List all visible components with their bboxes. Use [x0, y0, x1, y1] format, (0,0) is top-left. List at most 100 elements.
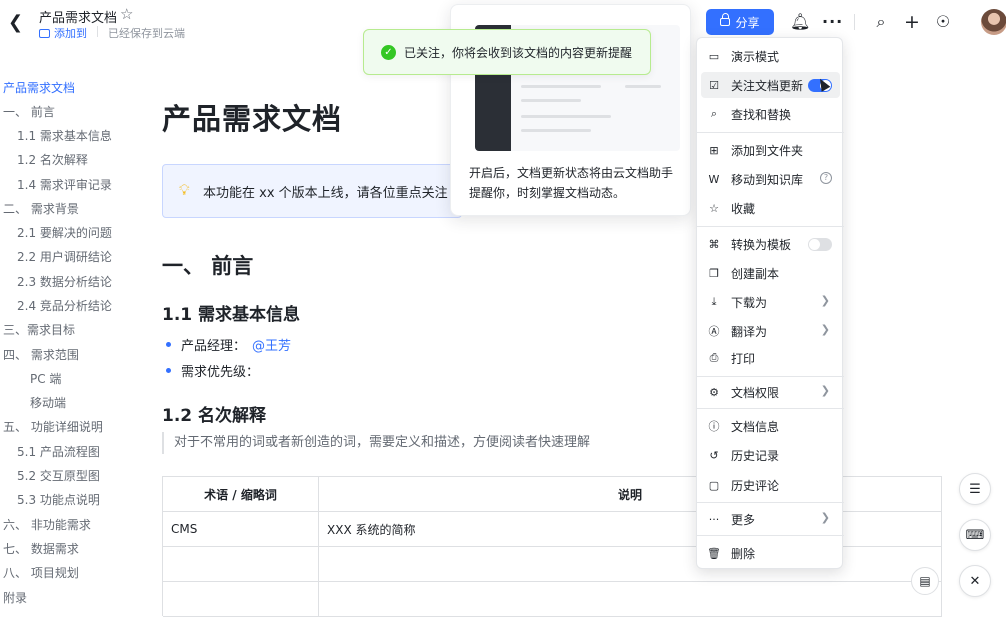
table-cell[interactable] [163, 582, 319, 617]
outline-item[interactable]: 5.1 产品流程图 [17, 443, 100, 460]
comment-icon[interactable]: ▤ [911, 567, 939, 595]
follow-icon: ☑ [709, 78, 719, 92]
doc-title[interactable]: 产品需求文档 [39, 7, 117, 26]
table-header[interactable]: 术语 / 缩略词 [163, 477, 319, 512]
outline-item[interactable]: 六、 非功能需求 [3, 516, 91, 533]
illustration-line [521, 115, 611, 118]
menu-item-label: 文档信息 [731, 419, 780, 434]
menu-divider [697, 132, 844, 133]
menu-item-label: 历史评论 [731, 478, 780, 493]
menu-item-delete[interactable]: 🗑︎ 删除 [701, 540, 840, 566]
menu-item-copy[interactable]: ❐ 创建副本 [701, 260, 840, 286]
star-icon[interactable]: ☆ [120, 5, 133, 23]
menu-divider [697, 226, 844, 227]
menu-item-presentation[interactable]: ▭ 演示模式 [701, 43, 840, 69]
menu-item-move-wiki[interactable]: W 移动到知识库 ? [701, 166, 840, 192]
table-cell[interactable] [163, 547, 319, 582]
bullet-icon [166, 342, 171, 347]
add-to-folder-link[interactable]: 添加到 [39, 25, 87, 41]
outline-item[interactable]: 2.1 要解决的问题 [17, 224, 112, 241]
more-options-icon[interactable]: ··· [822, 11, 842, 33]
chevron-right-icon: ❯ [820, 384, 830, 397]
search-icon[interactable]: ⌕ [871, 11, 891, 33]
priority-label: 需求优先级： [181, 365, 260, 380]
menu-item-favorite[interactable]: ☆ 收藏 [701, 195, 840, 221]
list-item[interactable]: 产品经理： @王芳 [166, 335, 291, 354]
menu-item-label: 查找和替换 [731, 107, 792, 122]
outline-item[interactable]: 1.4 需求评审记录 [17, 176, 112, 193]
outline-item[interactable]: 产品需求文档 [3, 79, 75, 96]
doc-heading[interactable]: 产品需求文档 [162, 96, 342, 138]
menu-item-doc-info[interactable]: ⓘ 文档信息 [701, 413, 840, 439]
outline-item[interactable]: 5.2 交互原型图 [17, 467, 100, 484]
subsection-heading[interactable]: 1.2 名次解释 [162, 401, 266, 426]
lightbulb-icon[interactable]: ☉ [933, 11, 953, 33]
keyboard-icon[interactable]: ⌨︎ [959, 519, 991, 551]
menu-item-translate[interactable]: Ⓐ 翻译为 ❯ [701, 318, 840, 344]
outline-item[interactable]: 2.3 数据分析结论 [17, 273, 112, 290]
more-icon: ··· [708, 512, 720, 526]
menu-item-more[interactable]: ··· 更多 ❯ [701, 506, 840, 532]
table-cell[interactable]: CMS [163, 512, 319, 547]
menu-item-download[interactable]: ⤓ 下载为 ❯ [701, 289, 840, 315]
menu-item-history[interactable]: ↺ 历史记录 [701, 442, 840, 468]
illustration-line [521, 129, 591, 132]
callout-block[interactable]: 💡︎ 本功能在 xx 个版本上线，请各位重点关注 [162, 164, 462, 218]
toast-text: 已关注，你将会收到该文档的内容更新提醒 [404, 45, 633, 60]
menu-item-print[interactable]: ⎙ 打印 [701, 345, 840, 371]
success-toast: ✓ 已关注，你将会收到该文档的内容更新提醒 [363, 29, 651, 75]
outline-item[interactable]: 1.1 需求基本信息 [17, 127, 112, 144]
template-icon: ⌘ [708, 237, 720, 251]
back-icon[interactable]: ❮ [8, 12, 28, 34]
template-toggle[interactable] [808, 238, 832, 251]
outline-item[interactable]: 一、 前言 [3, 103, 55, 120]
close-icon[interactable]: ✕ [959, 565, 991, 597]
outline-item[interactable]: 2.2 用户调研结论 [17, 248, 112, 265]
outline-item[interactable]: 四、 需求范围 [3, 346, 79, 363]
illustration-line [625, 85, 661, 88]
outline-item[interactable]: 移动端 [30, 394, 66, 411]
section-heading[interactable]: 一、 前言 [162, 250, 253, 280]
bullet-icon [166, 368, 171, 373]
outline-item[interactable]: 五、 功能详细说明 [3, 418, 103, 435]
outline-item[interactable]: 5.3 功能点说明 [17, 491, 100, 508]
outline-item[interactable]: 2.4 竞品分析结论 [17, 297, 112, 314]
help-icon[interactable]: ? [820, 172, 832, 184]
outline-item[interactable]: 三、需求目标 [3, 321, 75, 338]
outline-item[interactable]: 二、 需求背景 [3, 200, 79, 217]
find-replace-icon: ⌕ [710, 107, 718, 120]
outline-item[interactable]: 1.2 名次解释 [17, 151, 88, 168]
outline-item[interactable]: PC 端 [30, 370, 61, 387]
outline-item[interactable]: 附录 [3, 589, 27, 606]
bell-icon[interactable]: 🔔︎ [790, 11, 810, 33]
menu-item-permissions[interactable]: ⚙ 文档权限 ❯ [701, 379, 840, 405]
list-item[interactable]: 需求优先级： [166, 361, 259, 380]
menu-item-find-replace[interactable]: ⌕ 查找和替换 [701, 101, 840, 127]
chevron-right-icon: ❯ [820, 511, 830, 524]
share-button[interactable]: 分享 [706, 9, 774, 35]
doc-outline-icon[interactable]: ☰ [959, 473, 991, 505]
table-cell[interactable]: XXX 系统的简称 [319, 512, 942, 547]
wiki-icon: W [708, 172, 720, 186]
menu-item-label: 收藏 [731, 201, 756, 216]
more-menu: ▭ 演示模式 ☑ 关注文档更新 ⌕ 查找和替换 ⊞ 添加到文件夹 W 移动到知识… [696, 37, 844, 569]
plus-icon[interactable]: + [902, 11, 922, 33]
outline-item[interactable]: 七、 数据需求 [3, 540, 79, 557]
menu-item-comment-history[interactable]: ▢ 历史评论 [701, 472, 840, 498]
illustration-line [521, 85, 601, 88]
quote-block[interactable]: 对于不常用的词或者新创造的词，需要定义和描述，方便阅读者快速理解 [162, 432, 590, 454]
illustration-line [521, 99, 581, 102]
mention-link[interactable]: @王芳 [252, 335, 291, 354]
menu-item-add-folder[interactable]: ⊞ 添加到文件夹 [701, 137, 840, 163]
outline-item[interactable]: 八、 项目规划 [3, 564, 79, 581]
menu-item-label: 历史记录 [731, 448, 780, 463]
table-header[interactable]: 说明 [319, 477, 942, 512]
avatar[interactable] [981, 9, 1006, 35]
subsection-heading[interactable]: 1.1 需求基本信息 [162, 300, 300, 325]
menu-item-template[interactable]: ⌘ 转换为模板 [701, 231, 840, 257]
menu-item-label: 关注文档更新 [731, 78, 804, 93]
comment-history-icon: ▢ [708, 478, 720, 492]
menu-divider [697, 408, 844, 409]
table-cell[interactable] [319, 582, 942, 617]
table-cell[interactable] [319, 547, 942, 582]
